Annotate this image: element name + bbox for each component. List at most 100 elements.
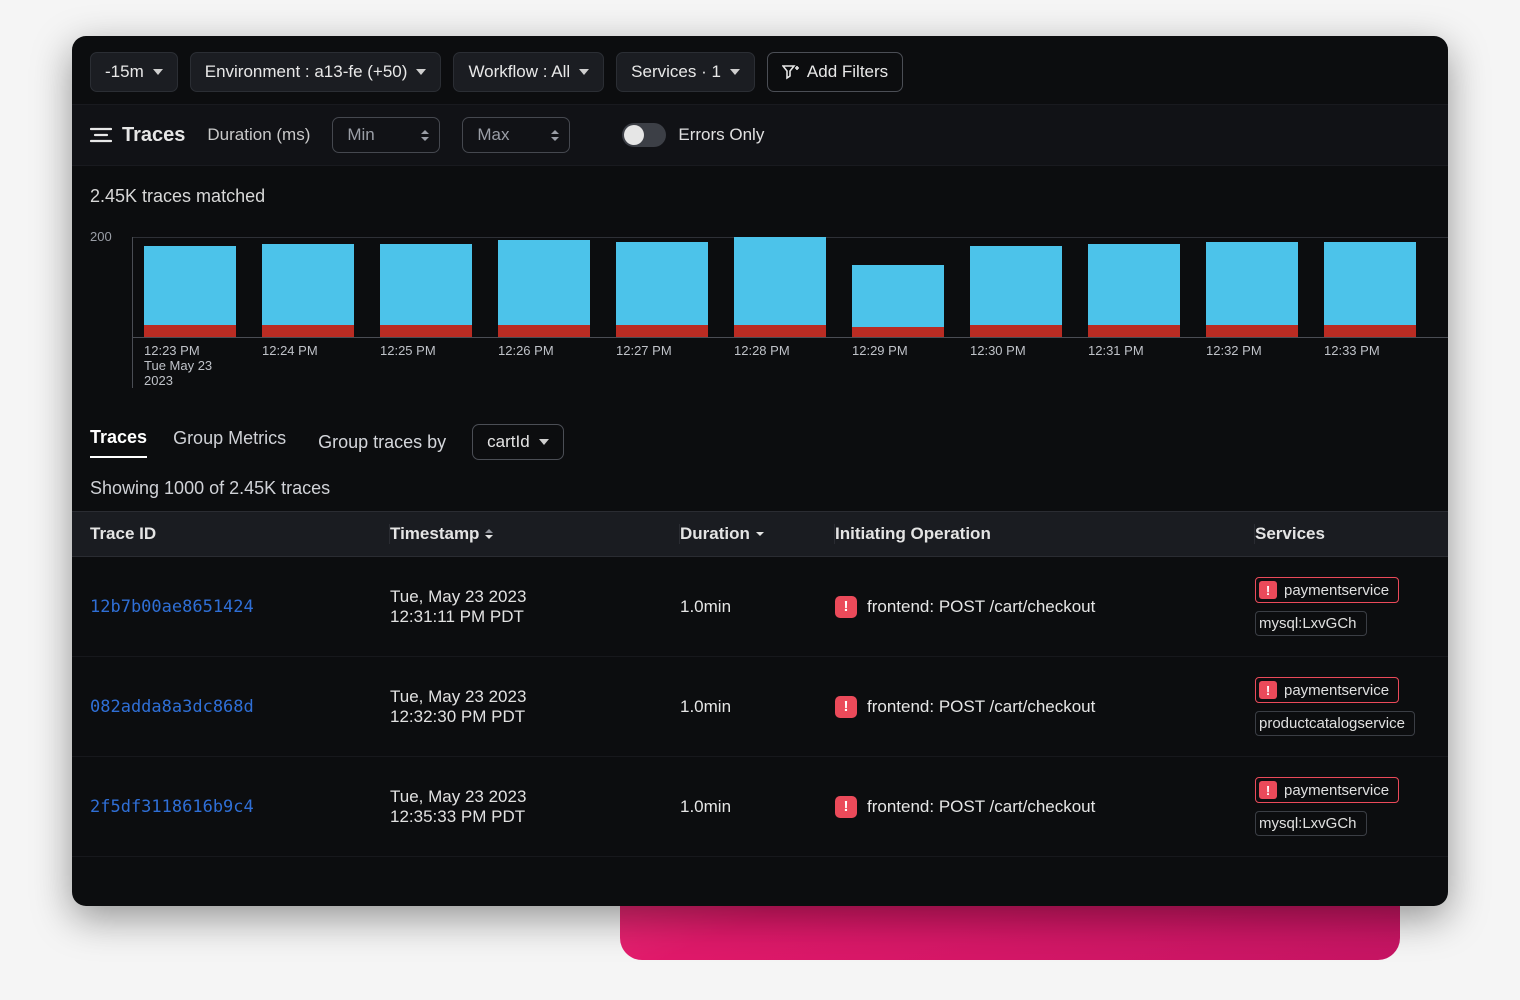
add-filters-button[interactable]: Add Filters (767, 52, 903, 92)
errors-only-toggle[interactable] (622, 123, 666, 147)
services-cell: !paymentservice mysql:LxvGCh (1255, 577, 1430, 636)
trace-id-link[interactable]: 082adda8a3dc868d (90, 697, 390, 717)
x-tick: 12:27 PM (616, 343, 708, 388)
error-icon: ! (1259, 781, 1277, 799)
bar-success-segment (616, 242, 708, 325)
bar-error-segment (380, 325, 472, 338)
duration-cell: 1.0min (680, 697, 835, 717)
bar-error-segment (1324, 325, 1416, 338)
bar-error-segment (734, 325, 826, 338)
chart-bar[interactable] (262, 244, 354, 338)
sort-desc-icon (756, 532, 764, 536)
bar-success-segment (262, 244, 354, 325)
col-trace-id[interactable]: Trace ID (90, 524, 390, 544)
table-body: 12b7b00ae8651424Tue, May 23 202312:31:11… (72, 557, 1448, 857)
time-range-label: -15m (105, 62, 144, 82)
table-row: 082adda8a3dc868dTue, May 23 202312:32:30… (72, 657, 1448, 757)
traces-toolbar: Traces Duration (ms) Min Max Errors Only (72, 104, 1448, 166)
bar-success-segment (144, 246, 236, 325)
chevron-down-icon (539, 439, 549, 445)
workflow-dropdown[interactable]: Workflow : All (453, 52, 604, 92)
chart-bar[interactable] (380, 244, 472, 338)
chevron-down-icon (153, 69, 163, 75)
operation-cell: !frontend: POST /cart/checkout (835, 596, 1255, 618)
x-tick: 12:32 PM (1206, 343, 1298, 388)
operation-cell: !frontend: POST /cart/checkout (835, 796, 1255, 818)
time-range-dropdown[interactable]: -15m (90, 52, 178, 92)
services-cell: !paymentservice mysql:LxvGCh (1255, 777, 1430, 836)
trace-count-chart[interactable]: 200 12:23 PMTue May 23202312:24 PM12:25 … (120, 237, 1448, 388)
chart-bar[interactable] (970, 246, 1062, 338)
services-cell: !paymentservice productcatalogservice (1255, 677, 1430, 736)
chart-bar[interactable] (1088, 244, 1180, 338)
x-tick: 12:31 PM (1088, 343, 1180, 388)
chart-bar[interactable] (498, 240, 590, 338)
bar-error-segment (262, 325, 354, 338)
group-by-select[interactable]: cartId (472, 424, 564, 460)
bar-success-segment (970, 246, 1062, 325)
bar-success-segment (1088, 244, 1180, 325)
service-chip[interactable]: !paymentservice (1255, 577, 1399, 603)
y-tick: 200 (90, 229, 112, 244)
group-by-value: cartId (487, 432, 530, 452)
chart-bar[interactable] (1324, 242, 1416, 337)
max-placeholder: Max (477, 125, 509, 145)
x-tick: 12:33 PM (1324, 343, 1416, 388)
group-by-label: Group traces by (318, 432, 446, 453)
service-chip[interactable]: !paymentservice (1255, 677, 1399, 703)
environment-dropdown[interactable]: Environment : a13-fe (+50) (190, 52, 442, 92)
x-axis (132, 337, 1448, 338)
timestamp-cell: Tue, May 23 202312:31:11 PM PDT (390, 587, 680, 627)
bar-success-segment (1324, 242, 1416, 325)
x-tick: 12:28 PM (734, 343, 826, 388)
col-timestamp[interactable]: Timestamp (390, 524, 680, 544)
errors-only-label: Errors Only (678, 125, 764, 145)
service-chip[interactable]: mysql:LxvGCh (1255, 611, 1367, 636)
services-label: Services · 1 (631, 62, 721, 82)
stepper-icon (421, 130, 429, 141)
trace-id-link[interactable]: 12b7b00ae8651424 (90, 597, 390, 617)
tab-traces[interactable]: Traces (90, 427, 147, 458)
table-row: 2f5df3118616b9c4Tue, May 23 202312:35:33… (72, 757, 1448, 857)
service-chip[interactable]: !paymentservice (1255, 777, 1399, 803)
bar-error-segment (1088, 325, 1180, 338)
chart-bar[interactable] (734, 237, 826, 337)
trace-id-link[interactable]: 2f5df3118616b9c4 (90, 797, 390, 817)
toggle-knob (624, 125, 644, 145)
col-duration[interactable]: Duration (680, 524, 835, 544)
traces-title: Traces (90, 124, 185, 147)
match-count: 2.45K traces matched (90, 186, 1448, 207)
duration-min-input[interactable]: Min (332, 117, 440, 153)
sort-icon (485, 529, 493, 539)
bar-success-segment (1206, 242, 1298, 325)
x-tick: 12:25 PM (380, 343, 472, 388)
x-tick: 12:24 PM (262, 343, 354, 388)
bar-error-segment (852, 327, 944, 337)
duration-label: Duration (ms) (207, 125, 310, 145)
x-tick: 12:30 PM (970, 343, 1062, 388)
bar-success-segment (852, 265, 944, 328)
service-chip[interactable]: mysql:LxvGCh (1255, 811, 1367, 836)
timestamp-cell: Tue, May 23 202312:35:33 PM PDT (390, 787, 680, 827)
services-dropdown[interactable]: Services · 1 (616, 52, 755, 92)
x-tick: 12:23 PMTue May 232023 (144, 343, 236, 388)
timestamp-cell: Tue, May 23 202312:32:30 PM PDT (390, 687, 680, 727)
bar-success-segment (498, 240, 590, 325)
chart-bar[interactable] (616, 242, 708, 337)
service-chip[interactable]: productcatalogservice (1255, 711, 1415, 736)
duration-cell: 1.0min (680, 597, 835, 617)
funnel-plus-icon (782, 65, 799, 80)
bar-error-segment (970, 325, 1062, 338)
chart-bar[interactable] (852, 265, 944, 338)
traces-icon (90, 126, 112, 144)
col-operation[interactable]: Initiating Operation (835, 524, 1255, 544)
environment-label: Environment : a13-fe (+50) (205, 62, 408, 82)
chart-bar[interactable] (144, 246, 236, 338)
chart-bar[interactable] (1206, 242, 1298, 337)
tabs-row: Traces Group Metrics Group traces by car… (72, 398, 1448, 470)
min-placeholder: Min (347, 125, 374, 145)
chevron-down-icon (416, 69, 426, 75)
tab-group-metrics[interactable]: Group Metrics (173, 428, 286, 457)
duration-max-input[interactable]: Max (462, 117, 570, 153)
col-services[interactable]: Services (1255, 524, 1430, 544)
